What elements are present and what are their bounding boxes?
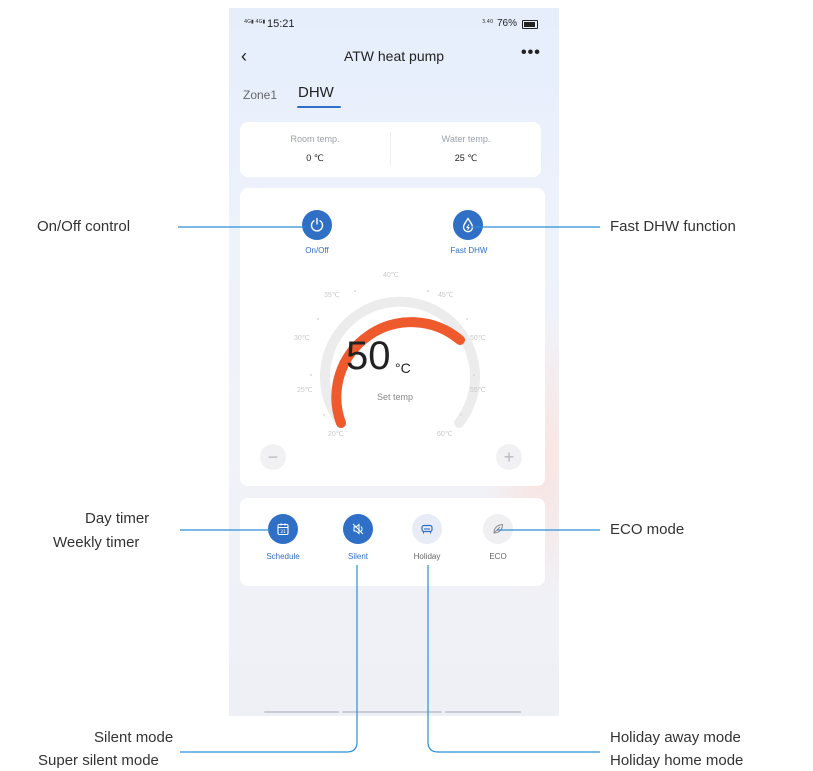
tick-dot — [427, 290, 429, 292]
tick-label: 30℃ — [294, 335, 310, 342]
holiday-button[interactable] — [412, 514, 442, 544]
tick-dot — [354, 290, 356, 292]
tick-dot — [317, 318, 319, 320]
leaf-icon — [493, 523, 504, 534]
tick-dot — [460, 414, 462, 416]
battery-percent: 76% — [497, 18, 518, 29]
callout-onoff: On/Off control — [37, 218, 131, 235]
callout-eco: ECO mode — [610, 521, 685, 538]
callout-fast-dhw: Fast DHW function — [610, 218, 736, 235]
eco-button[interactable] — [483, 514, 513, 544]
set-temp-value: 50 — [346, 334, 391, 378]
page-title: ATW heat pump — [343, 48, 445, 64]
home-indicator — [264, 711, 339, 713]
tick-dot — [473, 374, 475, 376]
tick-label: 60℃ — [437, 431, 453, 438]
clock: 15:21 — [267, 18, 295, 30]
room-temp-value: 0 ℃ — [306, 153, 324, 163]
callout-day-timer: Day timer — [85, 510, 150, 527]
tab-dhw[interactable]: DHW — [298, 84, 334, 101]
set-temp-unit: °C — [395, 360, 411, 376]
minus-button[interactable]: − — [260, 444, 286, 470]
app-screen: 4G▮ 4G▮ 15:21 3.40 76% ‹ ATW heat pump •… — [229, 8, 559, 716]
water-temp-value: 25 ℃ — [454, 153, 478, 163]
temperature-dial[interactable] — [240, 188, 545, 486]
callout-holiday-away: Holiday away mode — [610, 729, 741, 746]
schedule-button[interactable]: 31 — [268, 514, 298, 544]
home-indicator — [445, 711, 521, 713]
tick-label: 35℃ — [324, 292, 340, 299]
plus-icon: + — [503, 446, 515, 467]
calendar-icon: 31 — [277, 523, 289, 536]
home-indicator — [342, 711, 442, 713]
modes-card: 31 Schedule Silent Holiday ECO — [240, 498, 545, 586]
callout-super-silent: Super silent mode — [38, 752, 159, 769]
water-temp-label: Water temp. — [441, 134, 491, 144]
callout-weekly-timer: Weekly timer — [53, 534, 140, 551]
set-temp-caption: Set temp — [376, 392, 414, 402]
callout-holiday-home: Holiday home mode — [610, 752, 744, 769]
tick-dot — [323, 414, 325, 416]
tick-label: 20℃ — [328, 431, 344, 438]
callout-silent: Silent mode — [94, 729, 174, 746]
silent-label: Silent — [347, 552, 368, 561]
silent-button[interactable] — [343, 514, 373, 544]
network-speed-icon: 3.40 — [482, 19, 494, 25]
tab-underline — [297, 106, 341, 108]
plus-button[interactable]: + — [496, 444, 522, 470]
room-temp-label: Room temp. — [290, 134, 340, 144]
tick-dot — [466, 318, 468, 320]
tab-zone1[interactable]: Zone1 — [243, 88, 277, 102]
eco-label: ECO — [489, 552, 507, 561]
battery-icon — [522, 20, 538, 29]
tick-label: 45℃ — [438, 292, 454, 299]
mute-icon — [352, 523, 364, 535]
tick-label: 55℃ — [470, 387, 486, 394]
tick-label: 40℃ — [383, 272, 399, 279]
tick-dot — [310, 374, 312, 376]
tick-label: 25℃ — [297, 387, 313, 394]
tick-label: 50℃ — [470, 335, 486, 342]
control-card: On/Off Fast DHW 20℃ 25℃ 30℃ 35℃ 40℃ 45℃ … — [240, 188, 545, 486]
signal-icon: 4G▮ 4G▮ — [244, 19, 266, 25]
svg-text:31: 31 — [280, 529, 286, 535]
minus-icon: − — [267, 446, 279, 467]
holiday-label: Holiday — [413, 552, 441, 561]
schedule-label: Schedule — [266, 552, 300, 561]
temperature-card: Room temp. 0 ℃ Water temp. 25 ℃ — [240, 122, 541, 177]
more-icon[interactable]: ••• — [521, 44, 541, 62]
sofa-icon — [421, 524, 433, 534]
dial-knob[interactable] — [456, 336, 464, 344]
